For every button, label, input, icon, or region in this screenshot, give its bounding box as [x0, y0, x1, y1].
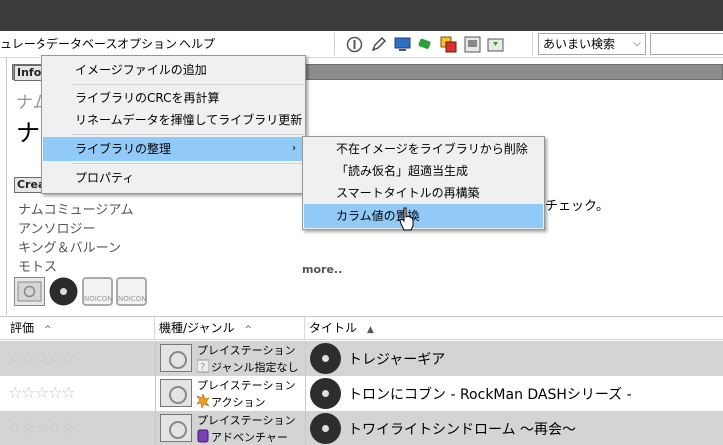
scroll-icon — [197, 429, 209, 443]
game-title: トロンにコブン - RockMan DASHシリーズ - — [348, 387, 632, 403]
menu-item-recalc-crc[interactable]: ライブラリのCRCを再計算 — [43, 86, 304, 110]
submenu-arrow-icon: › — [292, 143, 296, 154]
menu-item-rebuild-smart-title[interactable]: スマートタイトルの再構築 — [304, 181, 543, 205]
platform-label: プレイステーション — [197, 414, 296, 427]
description-text: チェック。 — [545, 199, 609, 214]
sort-caret-icon: ^ — [244, 325, 252, 335]
game-title: トレジャーギア — [348, 352, 446, 368]
genre-label: アドベンチャー — [211, 431, 288, 444]
chevron-down-icon: ⌵ — [633, 38, 641, 49]
creator-tag: Crea — [14, 177, 44, 193]
table-row[interactable]: ☆☆☆☆☆ プレイステーション アドベンチャー トワイライトシンドローム ～再会… — [0, 411, 723, 445]
console-icon — [160, 379, 192, 407]
platform-label: プレイステーション — [197, 379, 296, 392]
disc-icon — [49, 277, 78, 306]
info-tag: Info — [14, 65, 44, 81]
game-title-large: ナム — [16, 119, 44, 147]
console-thumbnail[interactable] — [14, 277, 45, 306]
rating-stars[interactable]: ☆☆☆☆☆ — [8, 383, 76, 402]
column-divider — [155, 376, 156, 411]
rating-stars[interactable]: ☆☆☆☆☆ — [8, 418, 76, 437]
console-icon — [160, 344, 192, 372]
windows-icon[interactable] — [440, 36, 457, 53]
explosion-icon — [197, 394, 209, 408]
column-divider — [305, 376, 306, 411]
sort-ascending-icon: ▲ — [367, 325, 374, 335]
database-menu: イメージファイルの追加 ライブラリのCRCを再計算 リネームデータを揮憧してライ… — [41, 55, 306, 194]
creator-item[interactable]: アンソロジー — [18, 218, 95, 237]
menu-separator — [72, 84, 304, 85]
column-divider — [155, 341, 156, 376]
creator-item[interactable]: ナムコミュージアム — [18, 199, 133, 218]
platform-label: プレイステーション — [197, 344, 296, 357]
search-mode-select[interactable]: あいまい検索 ⌵ — [538, 33, 646, 55]
toolbar-separator — [334, 33, 335, 55]
disc-icon — [310, 378, 341, 409]
question-icon: ? — [197, 359, 209, 373]
photo-frame-icon[interactable] — [464, 36, 481, 53]
window-title-bar — [0, 0, 723, 31]
menu-separator — [72, 134, 304, 135]
console-icon — [17, 281, 42, 302]
disc-thumbnail[interactable] — [48, 277, 79, 306]
menu-help[interactable]: ヘルプ — [177, 31, 217, 57]
library-submenu: 不在イメージをライブラリから削除 「読み仮名」超適当生成 スマートタイトルの再構… — [302, 136, 545, 230]
column-header-rating[interactable]: 評価 ^ — [6, 317, 155, 340]
sort-caret-icon: ^ — [44, 325, 52, 335]
svg-text:?: ? — [200, 362, 205, 373]
menu-options[interactable]: オプション — [115, 31, 179, 57]
table-row[interactable]: ☆☆☆☆☆ プレイステーション アクション トロンにコブン - RockMan … — [0, 376, 723, 411]
menu-item-rename-update[interactable]: リネームデータを揮憧してライブラリ更新 — [43, 108, 304, 132]
disc-icon — [310, 343, 341, 374]
panel-border — [6, 58, 7, 315]
column-divider — [305, 411, 306, 445]
menu-item-generate-reading[interactable]: 「読み仮名」超適当生成 — [304, 159, 543, 183]
info-circle-icon[interactable] — [346, 36, 363, 53]
menu-emulator[interactable]: ュレータ — [0, 31, 50, 57]
game-subtitle: ナム — [16, 93, 44, 113]
pen-icon[interactable] — [370, 36, 387, 53]
genre-label: ジャンル指定なし — [211, 361, 299, 374]
menu-item-remove-missing[interactable]: 不在イメージをライブラリから削除 — [304, 137, 543, 161]
monitor-icon[interactable] — [394, 36, 411, 53]
column-divider — [305, 341, 306, 376]
hand-cursor-icon — [399, 207, 414, 231]
search-mode-value: あいまい検索 — [543, 37, 616, 51]
green-tags-icon[interactable] — [417, 36, 434, 53]
more-link[interactable]: more.. — [302, 263, 342, 276]
creator-item[interactable]: キング＆バルーン — [18, 237, 121, 256]
menu-item-organize-library[interactable]: ライブラリの整理 › — [43, 137, 304, 161]
menu-database[interactable]: データベース — [44, 31, 120, 57]
noicon-placeholder-icon[interactable]: NOICON — [82, 277, 113, 306]
creator-item[interactable]: モトス — [18, 256, 57, 275]
disc-icon — [310, 413, 341, 444]
menu-item-properties[interactable]: プロパティ — [43, 166, 304, 190]
menu-separator — [72, 163, 304, 164]
noicon-placeholder-icon[interactable]: NOICON — [116, 277, 147, 306]
game-list-header: 評価 ^ 機種/ジャンル ^ タイトル ▲ — [0, 316, 723, 340]
search-input[interactable] — [650, 33, 723, 55]
toolbar-separator — [532, 33, 533, 55]
rating-stars[interactable]: ☆☆☆☆☆ — [8, 348, 76, 367]
image-download-icon[interactable] — [487, 36, 504, 53]
column-divider — [155, 411, 156, 445]
column-header-title[interactable]: タイトル ▲ — [305, 317, 723, 340]
menu-item-add-image[interactable]: イメージファイルの追加 — [43, 58, 304, 82]
genre-label: アクション — [211, 396, 266, 409]
column-header-platform-genre[interactable]: 機種/ジャンル ^ — [155, 317, 305, 340]
console-icon — [160, 414, 192, 442]
menu-item-replace-column[interactable]: カラム値の置換 — [304, 204, 543, 228]
table-row[interactable]: ☆☆☆☆☆ プレイステーション ? ジャンル指定なし トレジャーギア — [0, 341, 723, 376]
game-title: トワイライトシンドローム ～再会～ — [348, 422, 577, 438]
